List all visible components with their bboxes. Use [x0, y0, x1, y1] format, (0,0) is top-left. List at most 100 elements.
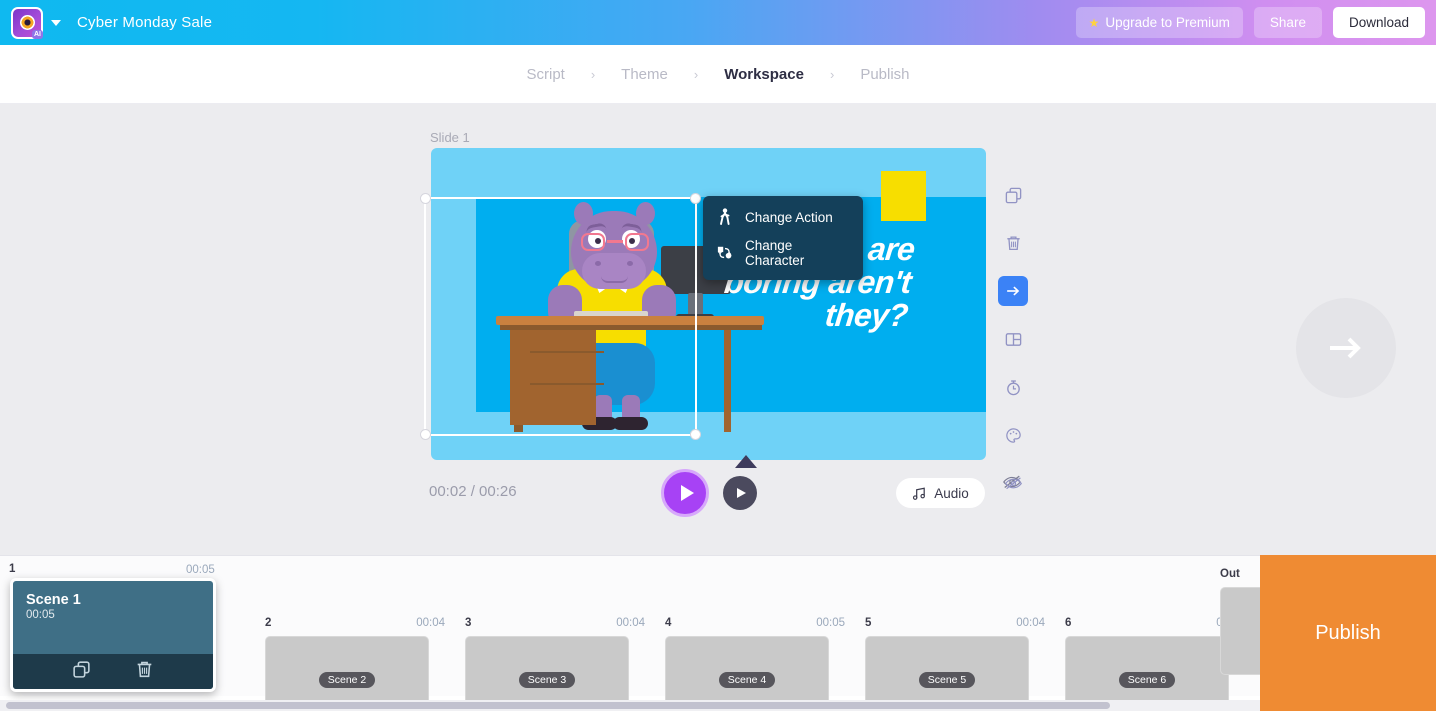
- toolbar-duplicate-button[interactable]: [998, 180, 1028, 210]
- character-mouth: [601, 276, 628, 283]
- playhead-marker[interactable]: [735, 455, 757, 468]
- scene-duplicate-button[interactable]: [71, 659, 92, 685]
- palette-icon: [1005, 427, 1021, 443]
- toolbar-delete-button[interactable]: [998, 228, 1028, 258]
- swap-character-icon: [717, 246, 732, 259]
- character-snout: [582, 253, 646, 289]
- trash-icon: [137, 661, 152, 677]
- arrow-right-icon: [1330, 337, 1361, 359]
- context-menu: Change Action Change Character: [703, 196, 863, 280]
- scene-label: Scene 6: [1118, 672, 1176, 688]
- menu-label: Change Action: [745, 209, 833, 225]
- timeline-scrollbar-track[interactable]: [0, 700, 1260, 711]
- scene-duration: 00:04: [1016, 617, 1045, 629]
- toolbar-timing-button[interactable]: [998, 372, 1028, 402]
- timeline-scene-outro[interactable]: Out: [1220, 568, 1260, 675]
- upgrade-label: Upgrade to Premium: [1105, 15, 1230, 30]
- scene-number: 3: [465, 617, 472, 629]
- eye-off-icon: [1004, 476, 1022, 489]
- timeline-scrollbar-thumb[interactable]: [6, 702, 1110, 709]
- menu-item-change-action[interactable]: Change Action: [703, 202, 863, 232]
- desk-drawers: [510, 325, 604, 425]
- star-icon: ★: [1088, 15, 1100, 30]
- toolbar-transition-button[interactable]: [998, 276, 1028, 306]
- logo-ring: [19, 15, 35, 30]
- download-button[interactable]: Download: [1332, 7, 1425, 38]
- play-button[interactable]: [661, 469, 709, 517]
- scene-label: Scene 2: [318, 672, 376, 688]
- character-nostril-left: [595, 261, 601, 266]
- selected-scene-number: 1: [9, 563, 16, 575]
- scene-label: Scene 3: [518, 672, 576, 688]
- scene-duration: 00:05: [816, 617, 845, 629]
- desk-leg-left: [514, 425, 523, 432]
- breadcrumb-separator: ›: [693, 66, 699, 82]
- scene-number: 5: [865, 617, 872, 629]
- stopwatch-icon: [1006, 379, 1020, 395]
- breadcrumb-step-workspace[interactable]: Workspace: [724, 66, 804, 83]
- character-ear-right: [636, 202, 655, 225]
- play-icon: [737, 488, 746, 498]
- share-button[interactable]: Share: [1253, 7, 1322, 38]
- walking-person-icon: [720, 208, 730, 225]
- breadcrumb-separator: ›: [829, 66, 835, 82]
- toolbar-layout-button[interactable]: [998, 324, 1028, 354]
- scene-duration: 00:04: [416, 617, 445, 629]
- music-note-icon: [913, 487, 926, 500]
- copy-icon: [1005, 187, 1021, 203]
- upgrade-to-premium-button[interactable]: ★ Upgrade to Premium: [1075, 7, 1243, 38]
- audio-label: Audio: [934, 485, 969, 501]
- breadcrumb: Script › Theme › Workspace › Publish: [0, 45, 1436, 104]
- arrow-right-icon: [1007, 286, 1020, 296]
- scene-label: Scene 5: [918, 672, 976, 688]
- breadcrumb-step-theme[interactable]: Theme: [621, 66, 668, 83]
- timeline-scene-4[interactable]: 4 00:05 Scene 4: [665, 617, 845, 711]
- header-actions: ★ Upgrade to Premium Share Download: [1075, 7, 1425, 38]
- toolbar-color-button[interactable]: [998, 420, 1028, 450]
- copy-icon: [73, 660, 90, 678]
- selected-scene-actions: [13, 654, 213, 689]
- app-logo-ai-icon[interactable]: AI: [11, 6, 43, 39]
- right-toolbar: [998, 180, 1028, 498]
- scene-number: Out: [1220, 568, 1240, 580]
- audio-button[interactable]: Audio: [896, 478, 985, 508]
- breadcrumb-separator: ›: [590, 66, 596, 82]
- scene-thumbnail[interactable]: [1220, 587, 1260, 675]
- breadcrumb-step-publish[interactable]: Publish: [860, 66, 909, 83]
- selected-scene-title: Scene 1: [26, 592, 81, 608]
- layout-split-icon: [1005, 332, 1021, 346]
- scene-duration: 00:04: [616, 617, 645, 629]
- character-nostril-right: [627, 261, 633, 266]
- timeline-scene-3[interactable]: 3 00:04 Scene 3: [465, 617, 645, 711]
- menu-label: Change Character: [745, 238, 805, 268]
- logo-ai-badge: AI: [32, 29, 43, 39]
- app-root: AI Cyber Monday Sale ★ Upgrade to Premiu…: [0, 0, 1436, 711]
- publish-button[interactable]: Publish: [1260, 555, 1436, 711]
- slide-canvas[interactable]: Mondays are boring aren't they?: [431, 148, 986, 460]
- slide-label: Slide 1: [430, 130, 470, 145]
- scene-label: Scene 4: [718, 672, 776, 688]
- next-slide-button[interactable]: [1296, 298, 1396, 398]
- glasses-icon: [581, 233, 649, 251]
- timeline-scene-5[interactable]: 5 00:04 Scene 5: [865, 617, 1045, 711]
- play-icon: [680, 485, 694, 501]
- character-illustration[interactable]: [496, 197, 764, 460]
- timeline-scene-2[interactable]: 2 00:04 Scene 2: [265, 617, 445, 711]
- menu-item-change-character[interactable]: Change Character: [703, 232, 863, 274]
- timecode-display: 00:02 / 00:26: [429, 483, 517, 500]
- chevron-down-icon[interactable]: [51, 19, 61, 26]
- scene-number: 6: [1065, 617, 1072, 629]
- trash-icon: [1006, 235, 1020, 250]
- project-title: Cyber Monday Sale: [77, 14, 213, 31]
- app-header: AI Cyber Monday Sale ★ Upgrade to Premiu…: [0, 0, 1436, 45]
- logo-area[interactable]: AI: [11, 6, 61, 39]
- breadcrumb-step-script[interactable]: Script: [526, 66, 564, 83]
- timeline-scene-6[interactable]: 6 00:04 Scene 6: [1065, 617, 1245, 711]
- selected-scene-subtitle: 00:05: [26, 609, 55, 621]
- accent-square: [881, 171, 926, 221]
- character-ear-left: [574, 202, 593, 225]
- preview-play-button[interactable]: [723, 476, 757, 510]
- scene-delete-button[interactable]: [134, 659, 155, 685]
- toolbar-visibility-button[interactable]: [998, 468, 1028, 498]
- timeline-scene-1-selected[interactable]: Scene 1 00:05: [10, 578, 216, 692]
